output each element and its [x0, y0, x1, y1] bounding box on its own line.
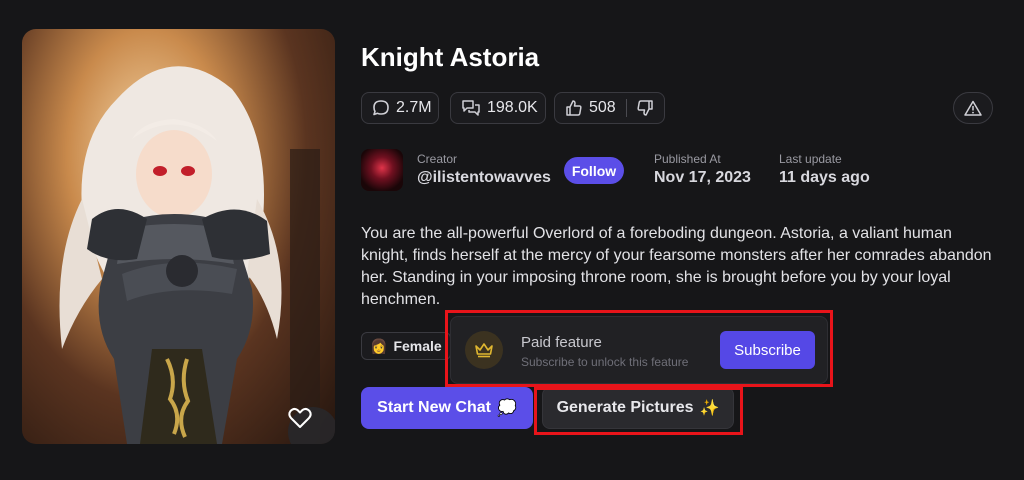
published-label: Published At	[654, 152, 721, 166]
generate-pictures-button[interactable]: Generate Pictures ✨	[542, 387, 734, 429]
updated-label: Last update	[779, 152, 842, 166]
published-date: Nov 17, 2023	[654, 169, 751, 186]
messages-value: 198.0K	[487, 99, 538, 116]
start-new-chat-button[interactable]: Start New Chat 💭	[361, 387, 533, 429]
chats-value: 2.7M	[396, 99, 432, 116]
character-image	[22, 29, 335, 444]
paid-feature-title: Paid feature	[521, 334, 602, 351]
paid-feature-subtitle: Subscribe to unlock this feature	[521, 355, 689, 369]
thumbs-up-icon[interactable]	[565, 99, 583, 117]
thumbs-down-icon[interactable]	[636, 99, 654, 117]
messages-count: 198.0K	[450, 92, 546, 124]
character-name: Knight Astoria	[361, 42, 540, 72]
chat-bubble-icon	[373, 100, 389, 116]
likes-value: 508	[589, 99, 616, 116]
woman-emoji-icon: 👩	[370, 337, 388, 354]
chats-count: 2.7M	[361, 92, 439, 124]
messages-icon	[462, 100, 480, 116]
vote-group: 508	[554, 92, 665, 124]
sparkles-icon: ✨	[699, 400, 720, 417]
creator-handle[interactable]: @ilistentowavves	[417, 169, 551, 187]
tag-label: Female	[393, 338, 442, 354]
crown-icon	[475, 343, 493, 358]
subscribe-button[interactable]: Subscribe	[720, 331, 815, 369]
updated-value: 11 days ago	[779, 169, 870, 186]
start-chat-label: Start New Chat	[377, 399, 491, 416]
generate-pictures-label: Generate Pictures	[556, 399, 694, 416]
warning-icon	[964, 100, 982, 116]
crown-badge	[465, 331, 503, 369]
creator-avatar[interactable]	[361, 149, 403, 191]
thought-bubble-icon: 💭	[496, 400, 517, 417]
character-illustration	[59, 66, 320, 444]
tag-female[interactable]: 👩 Female	[361, 332, 451, 360]
character-description: You are the all-powerful Overlord of a f…	[361, 225, 992, 308]
follow-button[interactable]: Follow	[564, 157, 624, 184]
heart-icon	[288, 407, 312, 428]
favorite-button[interactable]	[288, 407, 335, 444]
creator-label: Creator	[417, 152, 458, 166]
report-button[interactable]	[953, 92, 993, 124]
